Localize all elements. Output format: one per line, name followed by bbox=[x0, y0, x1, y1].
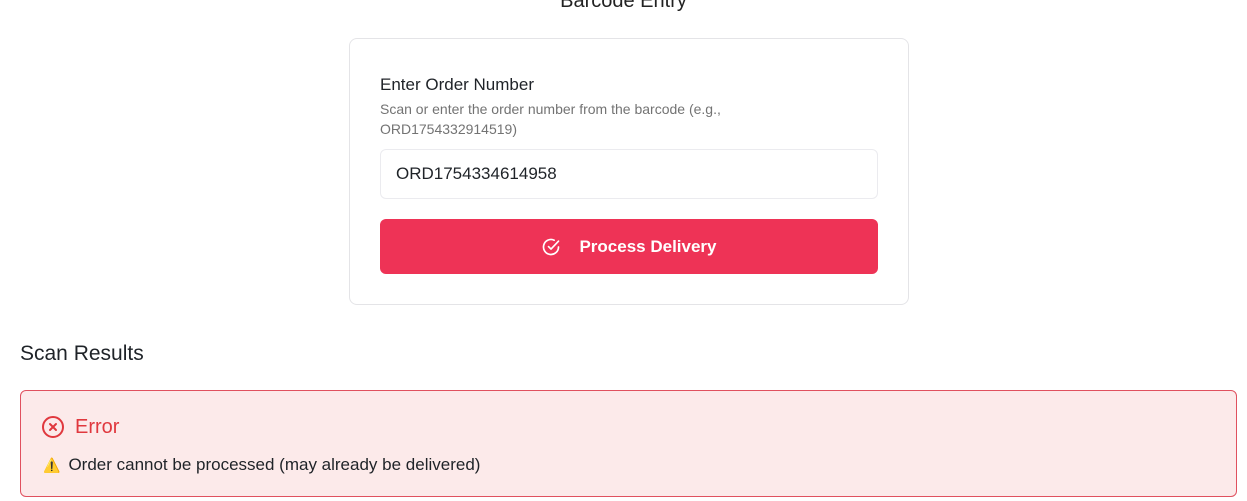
scan-results-title: Scan Results bbox=[20, 342, 144, 365]
order-number-input[interactable] bbox=[380, 149, 878, 199]
order-number-label: Enter Order Number bbox=[380, 75, 534, 94]
error-title: Error bbox=[75, 416, 120, 438]
process-delivery-label: Process Delivery bbox=[579, 236, 717, 256]
barcode-entry-page: Barcode Entry Enter Order Number Scan or… bbox=[0, 0, 1247, 501]
page-title: Barcode Entry bbox=[560, 0, 687, 12]
check-circle-icon bbox=[541, 237, 561, 257]
warning-triangle-icon: ⚠️ bbox=[43, 457, 61, 473]
error-alert: Error ⚠️ Order cannot be processed (may … bbox=[20, 390, 1237, 497]
order-entry-card: Enter Order Number Scan or enter the ord… bbox=[349, 38, 909, 305]
error-message-text: Order cannot be processed (may already b… bbox=[68, 455, 481, 474]
process-delivery-button[interactable]: Process Delivery bbox=[380, 219, 878, 274]
order-number-help-text: Scan or enter the order number from the … bbox=[380, 101, 721, 137]
error-header: Error bbox=[41, 415, 119, 439]
error-message: ⚠️ Order cannot be processed (may alread… bbox=[43, 455, 480, 475]
x-circle-icon bbox=[41, 415, 65, 439]
